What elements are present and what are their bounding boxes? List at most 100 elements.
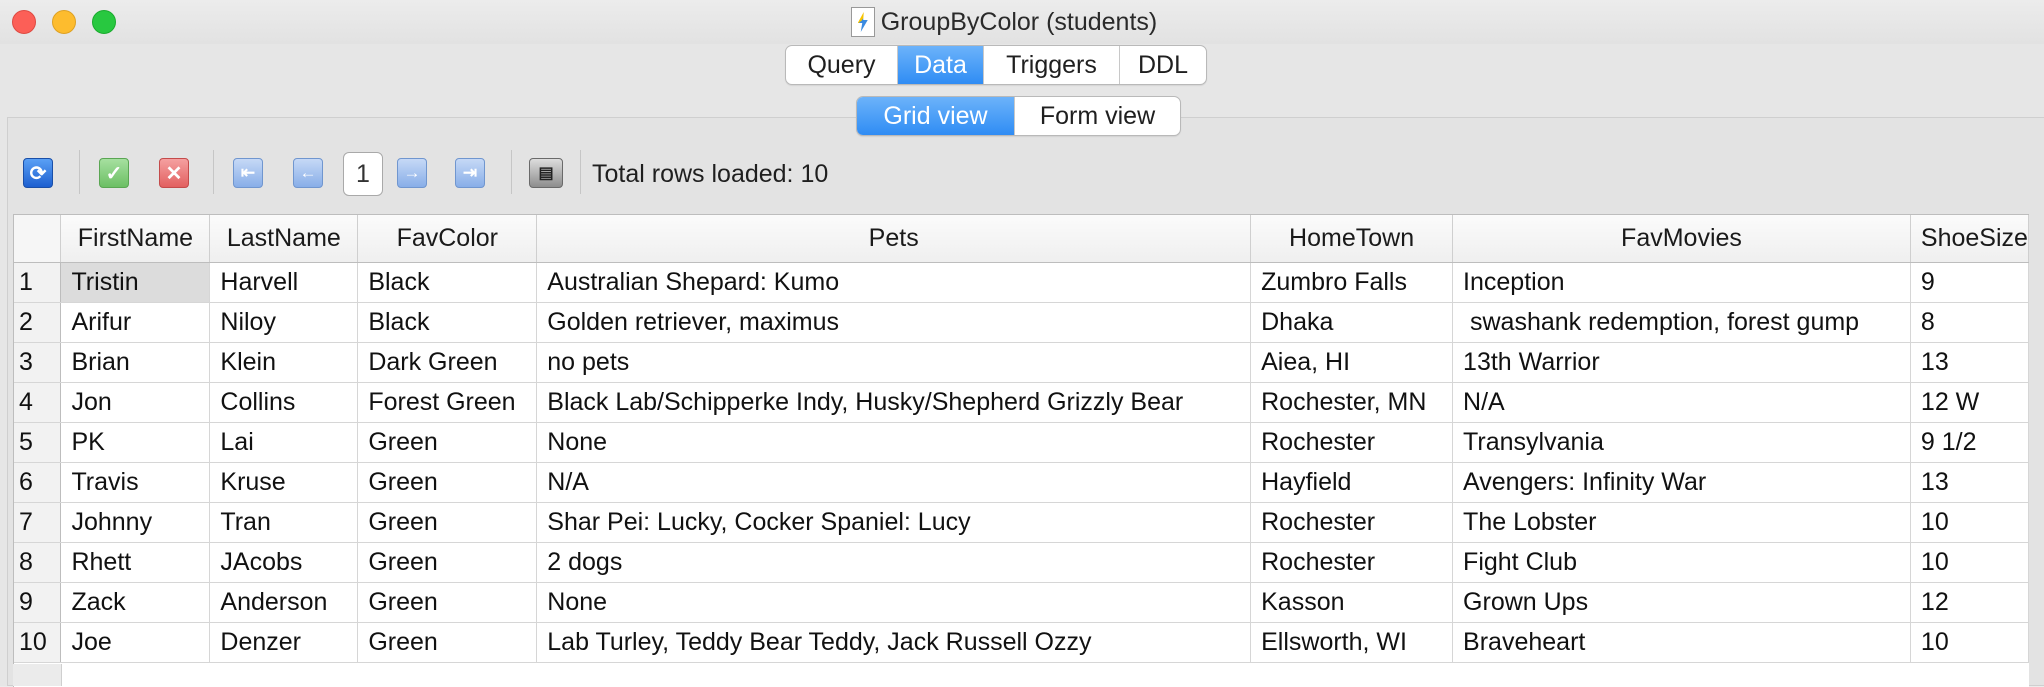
row-number[interactable]: 1 xyxy=(14,262,62,303)
table-cell[interactable]: Klein xyxy=(209,342,359,383)
table-cell[interactable]: Dark Green xyxy=(357,342,538,383)
table-cell[interactable]: Arifur xyxy=(60,302,211,343)
table-row[interactable]: 7 Johnny Tran Green Shar Pei: Lucky, Cocker … xyxy=(14,502,2029,543)
table-cell[interactable]: Rhett xyxy=(60,542,211,583)
row-number[interactable]: 10 xyxy=(14,622,62,663)
table-cell[interactable]: None xyxy=(536,582,1252,623)
table-cell[interactable]: Tran xyxy=(209,502,359,543)
next-page-icon[interactable]: → xyxy=(397,158,427,188)
table-cell[interactable]: Shar Pei: Lucky, Cocker Spaniel: Lucy xyxy=(536,502,1252,543)
column-header[interactable]: ShoeSize xyxy=(1910,215,2029,263)
row-number[interactable]: 9 xyxy=(14,582,62,623)
table-cell[interactable]: 8 xyxy=(1910,302,2029,343)
table-cell[interactable]: 12 W xyxy=(1910,382,2029,423)
table-row[interactable]: 5 PK Lai Green None Rochester Transylvania 9 1/… xyxy=(14,422,2029,463)
table-cell[interactable]: Braveheart xyxy=(1452,622,1911,663)
table-cell[interactable]: Aiea, HI xyxy=(1250,342,1454,383)
table-cell[interactable]: Rochester xyxy=(1250,502,1454,543)
table-cell[interactable]: None xyxy=(536,422,1252,463)
table-row[interactable]: 1 Tristin Harvell Black Australian Shepard: … xyxy=(14,262,2029,303)
table-cell[interactable]: 9 xyxy=(1910,262,2029,303)
table-cell[interactable]: Green xyxy=(357,502,538,543)
table-cell[interactable]: Green xyxy=(357,582,538,623)
table-cell[interactable]: Harvell xyxy=(209,262,359,303)
table-cell[interactable]: 10 xyxy=(1910,502,2029,543)
table-cell[interactable]: Hayfield xyxy=(1250,462,1454,503)
refresh-icon[interactable]: ⟳ xyxy=(23,158,53,188)
row-number[interactable]: 8 xyxy=(14,542,62,583)
row-number[interactable]: 4 xyxy=(14,382,62,423)
commit-icon[interactable]: ✓ xyxy=(99,158,129,188)
column-header[interactable]: FavMovies xyxy=(1452,215,1911,263)
table-cell[interactable]: Transylvania xyxy=(1452,422,1911,463)
table-cell[interactable]: N/A xyxy=(1452,382,1911,423)
table-cell[interactable]: 12 xyxy=(1910,582,2029,623)
tab-data[interactable]: Data xyxy=(898,46,984,84)
tab-grid-view[interactable]: Grid view xyxy=(857,97,1015,135)
tab-ddl[interactable]: DDL xyxy=(1120,46,1206,84)
table-cell[interactable]: Anderson xyxy=(209,582,359,623)
table-cell[interactable]: Avengers: Infinity War xyxy=(1452,462,1911,503)
row-number[interactable]: 2 xyxy=(14,302,62,343)
table-cell[interactable]: Johnny xyxy=(60,502,211,543)
row-number[interactable]: 6 xyxy=(14,462,62,503)
table-cell[interactable]: Collins xyxy=(209,382,359,423)
table-cell[interactable]: Rochester xyxy=(1250,422,1454,463)
table-cell[interactable]: Green xyxy=(357,422,538,463)
table-cell[interactable]: Kruse xyxy=(209,462,359,503)
row-number[interactable]: 7 xyxy=(14,502,62,543)
column-header[interactable]: FirstName xyxy=(60,215,211,263)
table-cell[interactable]: no pets xyxy=(536,342,1252,383)
column-header[interactable]: FavColor xyxy=(357,215,538,263)
table-cell[interactable]: Ellsworth, WI xyxy=(1250,622,1454,663)
table-cell[interactable]: 13 xyxy=(1910,342,2029,383)
table-row[interactable]: 2 Arifur Niloy Black Golden retriever, maxim… xyxy=(14,302,2029,343)
table-cell[interactable]: Zumbro Falls xyxy=(1250,262,1454,303)
table-cell[interactable]: Rochester, MN xyxy=(1250,382,1454,423)
last-page-icon[interactable]: ⇥ xyxy=(455,158,485,188)
table-cell[interactable]: Australian Shepard: Kumo xyxy=(536,262,1252,303)
table-cell[interactable]: 13 xyxy=(1910,462,2029,503)
table-cell[interactable]: Black xyxy=(357,302,538,343)
table-cell[interactable]: Denzer xyxy=(209,622,359,663)
table-cell[interactable]: 2 dogs xyxy=(536,542,1252,583)
table-cell[interactable]: Green xyxy=(357,462,538,503)
table-cell[interactable]: Brian xyxy=(60,342,211,383)
table-cell[interactable]: Rochester xyxy=(1250,542,1454,583)
rollback-icon[interactable]: ✕ xyxy=(159,158,189,188)
table-row[interactable]: 6 Travis Kruse Green N/A Hayfield Avengers: In… xyxy=(14,462,2029,503)
table-row[interactable]: 4 Jon Collins Forest Green Black Lab/Schippe… xyxy=(14,382,2029,423)
table-cell[interactable]: Travis xyxy=(60,462,211,503)
table-cell[interactable]: 9 1/2 xyxy=(1910,422,2029,463)
table-row[interactable]: 10 Joe Denzer Green Lab Turley, Teddy Bear T… xyxy=(14,622,2029,663)
column-header[interactable]: HomeTown xyxy=(1250,215,1454,263)
table-cell[interactable]: Lai xyxy=(209,422,359,463)
table-cell[interactable]: Jon xyxy=(60,382,211,423)
table-cell[interactable]: Joe xyxy=(60,622,211,663)
table-cell[interactable]: The Lobster xyxy=(1452,502,1911,543)
table-cell[interactable]: JAcobs xyxy=(209,542,359,583)
table-cell[interactable]: 10 xyxy=(1910,542,2029,583)
table-row[interactable]: 3 Brian Klein Dark Green no pets Aiea, HI 13th… xyxy=(14,342,2029,383)
print-icon[interactable]: ▤ xyxy=(529,158,563,188)
table-cell[interactable]: swashank redemption, forest gump xyxy=(1452,302,1911,343)
table-cell[interactable]: Golden retriever, maximus xyxy=(536,302,1252,343)
first-page-icon[interactable]: ⇤ xyxy=(233,158,263,188)
prev-page-icon[interactable]: ← xyxy=(293,158,323,188)
row-number[interactable]: 3 xyxy=(14,342,62,383)
table-row[interactable]: 9 Zack Anderson Green None Kasson Grown Ups 12 xyxy=(14,582,2029,623)
tab-form-view[interactable]: Form view xyxy=(1015,97,1180,135)
table-cell[interactable]: Black xyxy=(357,262,538,303)
table-row[interactable]: 8 Rhett JAcobs Green 2 dogs Rochester Fight Cl… xyxy=(14,542,2029,583)
table-cell[interactable]: PK xyxy=(60,422,211,463)
table-cell[interactable]: Tristin xyxy=(60,262,211,303)
table-cell[interactable]: Black Lab/Schipperke Indy, Husky/Shepher… xyxy=(536,382,1252,423)
column-header[interactable]: LastName xyxy=(209,215,359,263)
tab-triggers[interactable]: Triggers xyxy=(984,46,1120,84)
table-cell[interactable]: Niloy xyxy=(209,302,359,343)
table-cell[interactable]: N/A xyxy=(536,462,1252,503)
table-cell[interactable]: Inception xyxy=(1452,262,1911,303)
row-number[interactable]: 5 xyxy=(14,422,62,463)
tab-query[interactable]: Query xyxy=(786,46,898,84)
page-number-input[interactable]: 1 xyxy=(343,152,383,196)
